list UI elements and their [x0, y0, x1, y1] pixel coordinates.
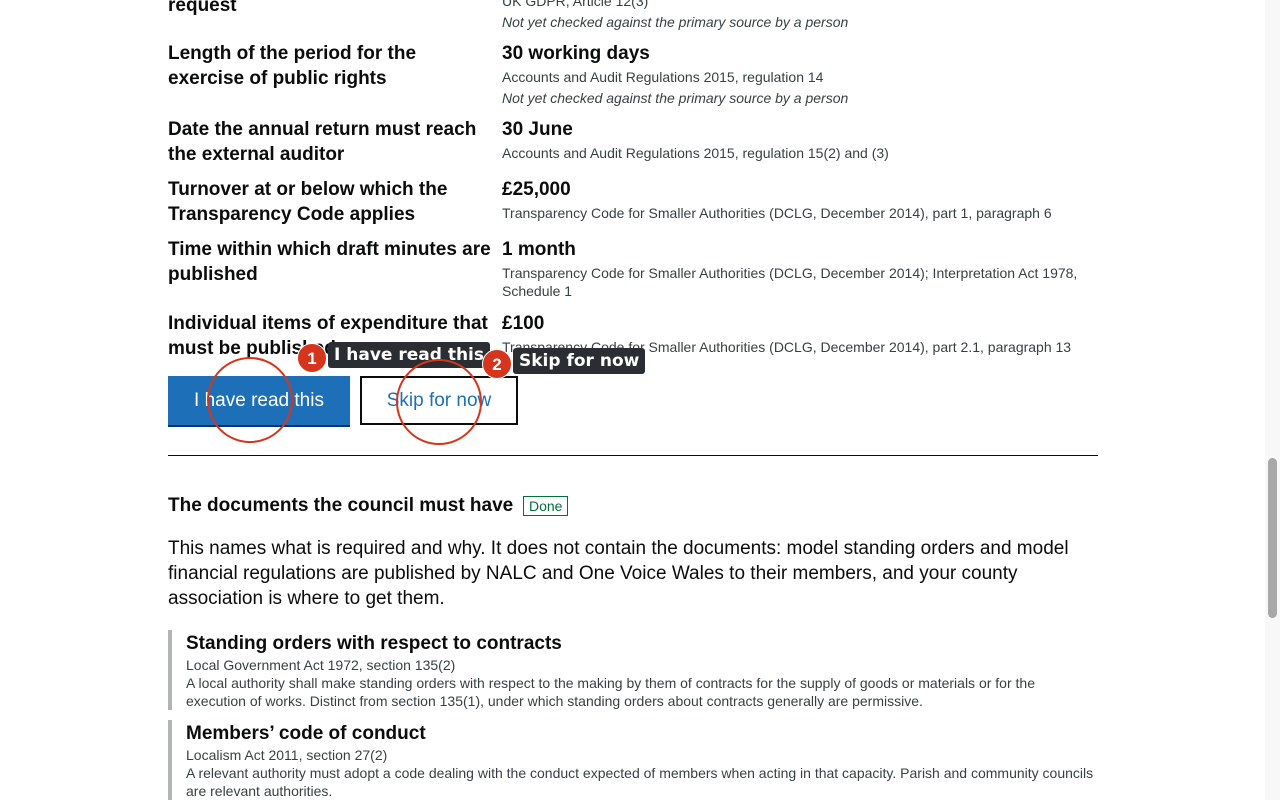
- fact-value: UK GDPR, Article 12(3) Not yet checked a…: [502, 0, 1092, 31]
- fact-source: Transparency Code for Smaller Authoritie…: [502, 205, 1052, 221]
- fact-note: Not yet checked against the primary sour…: [502, 14, 849, 30]
- fact-note: Not yet checked against the primary sour…: [502, 90, 849, 106]
- annotation-number: 1: [297, 343, 327, 373]
- fact-label: Length of the period for the exercise of…: [168, 43, 417, 89]
- document-description: A relevant authority must adopt a code d…: [186, 765, 1094, 799]
- fact-label: request: [168, 0, 237, 16]
- fact-source: UK GDPR, Article 12(3): [502, 0, 649, 9]
- fact-source: Accounts and Audit Regulations 2015, reg…: [502, 145, 889, 161]
- document-description: A local authority shall make standing or…: [186, 675, 1035, 709]
- document-title: Standing orders with respect to contract…: [186, 633, 562, 654]
- document-item: Standing orders with respect to contract…: [168, 630, 1098, 710]
- fact-amount: £100: [502, 313, 545, 334]
- document-item: Members’ code of conduct Localism Act 20…: [168, 720, 1098, 800]
- fact-amount: 30 working days: [502, 43, 650, 64]
- section-divider: [168, 455, 1098, 456]
- document-source: Local Government Act 1972, section 135(2…: [186, 657, 456, 673]
- fact-value: 30 June Accounts and Audit Regulations 2…: [502, 117, 1092, 162]
- fact-amount: 30 June: [502, 119, 573, 140]
- section-title: The documents the council must have: [168, 495, 514, 516]
- fact-value: £25,000 Transparency Code for Smaller Au…: [502, 177, 1092, 222]
- fact-value: 30 working days Accounts and Audit Regul…: [502, 41, 1092, 107]
- fact-label: Date the annual return must reach the ex…: [168, 119, 477, 165]
- fact-value: 1 month Transparency Code for Smaller Au…: [502, 237, 1092, 300]
- fact-amount: £25,000: [502, 179, 571, 200]
- status-badge: Done: [523, 496, 569, 516]
- section-intro: This names what is required and why. It …: [168, 538, 1069, 609]
- fact-amount: 1 month: [502, 239, 576, 260]
- annotation-circle: [396, 359, 482, 445]
- fact-label: Time within which draft minutes are publ…: [168, 239, 491, 285]
- document-source: Localism Act 2011, section 27(2): [186, 747, 388, 763]
- annotation-label: I have read this: [328, 342, 490, 368]
- scrollbar-thumb[interactable]: [1268, 458, 1277, 618]
- fact-source: Transparency Code for Smaller Authoritie…: [502, 265, 1078, 299]
- annotation-number: 2: [482, 349, 512, 379]
- annotation-label: Skip for now: [513, 348, 646, 374]
- fact-source: Accounts and Audit Regulations 2015, reg…: [502, 69, 824, 85]
- annotation-circle: [207, 357, 293, 443]
- fact-label: Turnover at or below which the Transpare…: [168, 179, 448, 225]
- document-title: Members’ code of conduct: [186, 723, 426, 744]
- scrollbar[interactable]: [1265, 0, 1280, 800]
